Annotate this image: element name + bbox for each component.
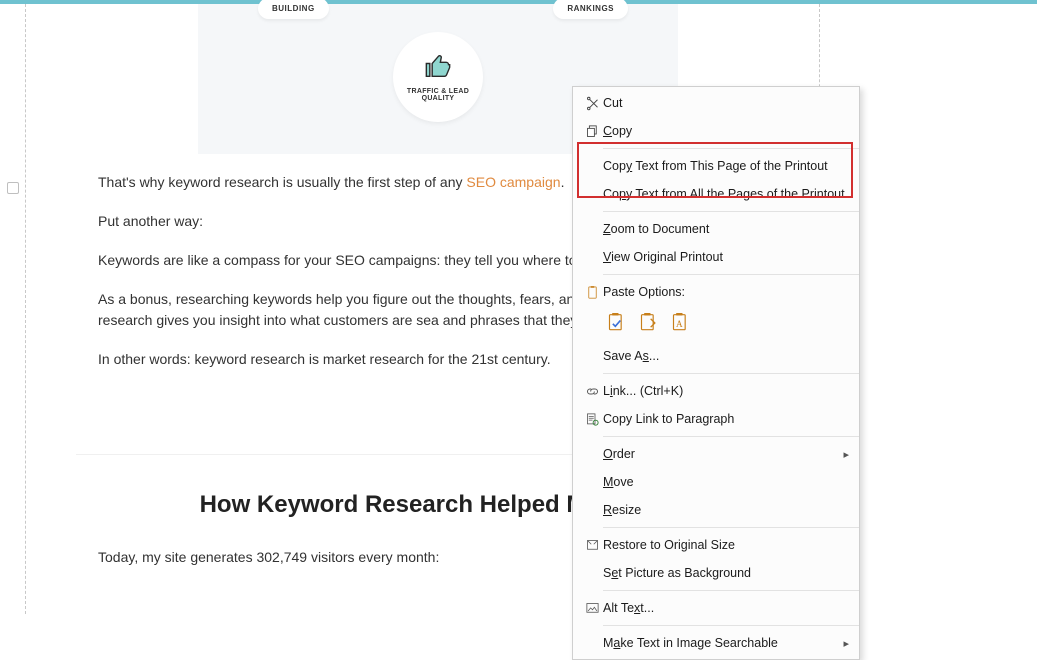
menu-label: Copy bbox=[603, 124, 849, 138]
menu-label: Zoom to Document bbox=[603, 222, 849, 236]
menu-label: Resize bbox=[603, 503, 849, 517]
chevron-right-icon: ▸ bbox=[843, 637, 849, 650]
menu-set-picture-background[interactable]: Set Picture as Background bbox=[573, 559, 859, 587]
menu-label: Make Text in Image Searchable bbox=[603, 636, 843, 650]
menu-copy-text-this-page[interactable]: Copy Text from This Page of the Printout bbox=[573, 152, 859, 180]
chevron-right-icon: ▸ bbox=[843, 448, 849, 461]
menu-resize[interactable]: Resize bbox=[573, 496, 859, 524]
paste-keep-source-button[interactable] bbox=[605, 310, 629, 336]
svg-text:A: A bbox=[676, 319, 683, 329]
menu-view-original-printout[interactable]: View Original Printout bbox=[573, 243, 859, 271]
menu-make-text-searchable[interactable]: Make Text in Image Searchable ▸ bbox=[573, 629, 859, 657]
menu-order[interactable]: Order ▸ bbox=[573, 440, 859, 468]
menu-separator bbox=[603, 148, 859, 149]
menu-label: Save As... bbox=[603, 349, 849, 363]
text: That's why keyword research is usually t… bbox=[98, 174, 466, 190]
paste-text-only-button[interactable]: A bbox=[669, 310, 693, 336]
menu-restore-original-size[interactable]: Restore to Original Size bbox=[573, 531, 859, 559]
menu-move[interactable]: Move bbox=[573, 468, 859, 496]
menu-separator bbox=[603, 373, 859, 374]
paragraph-link-icon bbox=[581, 412, 603, 427]
menu-label: Move bbox=[603, 475, 849, 489]
menu-label: Cut bbox=[603, 96, 849, 110]
menu-separator bbox=[603, 625, 859, 626]
menu-label: Set Picture as Background bbox=[603, 566, 849, 580]
menu-label: View Original Printout bbox=[603, 250, 849, 264]
menu-copy-link-paragraph[interactable]: Copy Link to Paragraph bbox=[573, 405, 859, 433]
scissors-icon bbox=[581, 96, 603, 111]
pill-right: RANKINGS bbox=[553, 0, 628, 19]
seo-campaign-link[interactable]: SEO campaign bbox=[466, 174, 560, 190]
selection-handle[interactable] bbox=[7, 182, 19, 194]
menu-label: Alt Text... bbox=[603, 601, 849, 615]
paste-options-row: A bbox=[573, 306, 859, 342]
menu-label: Copy Text from This Page of the Printout bbox=[603, 159, 849, 173]
menu-alt-text[interactable]: Alt Text... bbox=[573, 594, 859, 622]
context-menu: Cut Copy Copy Text from This Page of the… bbox=[572, 86, 860, 660]
center-badge-label: TRAFFIC & LEAD QUALITY bbox=[407, 88, 469, 102]
menu-separator bbox=[603, 436, 859, 437]
menu-label: Copy Link to Paragraph bbox=[603, 412, 849, 426]
menu-separator bbox=[603, 211, 859, 212]
alt-text-icon bbox=[581, 601, 603, 616]
thumbs-up-icon bbox=[424, 53, 452, 86]
pill-left: BUILDING bbox=[258, 0, 329, 19]
copy-icon bbox=[581, 124, 603, 139]
menu-paste-options-heading: Paste Options: bbox=[573, 278, 859, 306]
menu-separator bbox=[603, 274, 859, 275]
menu-label: Order bbox=[603, 447, 843, 461]
menu-zoom-to-document[interactable]: Zoom to Document bbox=[573, 215, 859, 243]
menu-label: Paste Options: bbox=[603, 285, 849, 299]
menu-copy-text-all-pages[interactable]: Copy Text from All the Pages of the Prin… bbox=[573, 180, 859, 208]
link-icon bbox=[581, 384, 603, 399]
clipboard-icon bbox=[581, 285, 603, 300]
center-badge: TRAFFIC & LEAD QUALITY bbox=[393, 32, 483, 122]
menu-label: Restore to Original Size bbox=[603, 538, 849, 552]
menu-copy[interactable]: Copy bbox=[573, 117, 859, 145]
menu-label: Link... (Ctrl+K) bbox=[603, 384, 849, 398]
menu-separator bbox=[603, 527, 859, 528]
menu-link[interactable]: Link... (Ctrl+K) bbox=[573, 377, 859, 405]
paste-merge-button[interactable] bbox=[637, 310, 661, 336]
menu-save-as[interactable]: Save As... bbox=[573, 342, 859, 370]
text: . bbox=[561, 174, 565, 190]
restore-icon bbox=[581, 538, 603, 553]
menu-cut[interactable]: Cut bbox=[573, 89, 859, 117]
menu-label: Copy Text from All the Pages of the Prin… bbox=[603, 187, 849, 201]
menu-separator bbox=[603, 590, 859, 591]
